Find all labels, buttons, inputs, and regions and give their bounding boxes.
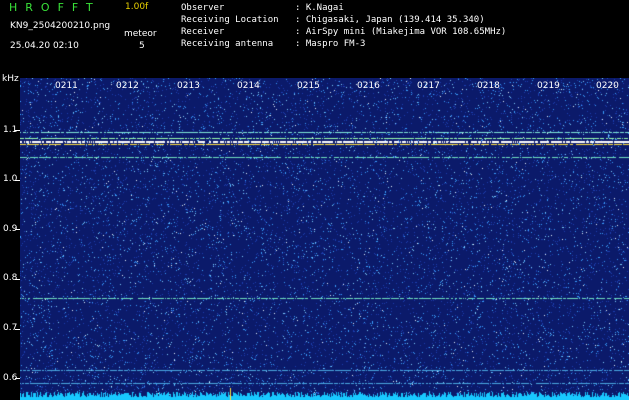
- receiver-label: Receiver: [181, 27, 225, 37]
- location-label: Receiving Location: [181, 15, 279, 25]
- x-tick-0211: 0211: [55, 81, 78, 91]
- timestamp: 25.04.20 02:10: [10, 41, 79, 51]
- mode-label: meteor: [124, 29, 157, 39]
- x-tick-0213: 0213: [177, 81, 200, 91]
- antenna-value: : Maspro FM-3: [295, 39, 366, 49]
- observer-value: : K.Nagai: [295, 3, 344, 13]
- waterfall-canvas: [20, 78, 629, 400]
- x-tick-0212: 0212: [116, 81, 139, 91]
- location-value: : Chigasaki, Japan (139.414 35.340): [295, 15, 485, 25]
- spectrogram-plot: [20, 78, 629, 400]
- detection-count: 5: [139, 41, 145, 51]
- x-tick-0215: 0215: [297, 81, 320, 91]
- x-tick-0216: 0216: [357, 81, 380, 91]
- file-name: KN9_2504200210.png: [10, 21, 111, 31]
- observer-label: Observer: [181, 3, 225, 13]
- x-tick-0220: 0220: [596, 81, 619, 91]
- x-tick-0218: 0218: [477, 81, 500, 91]
- x-tick-0217: 0217: [417, 81, 440, 91]
- receiver-value: : AirSpy mini (Miakejima VOR 108.65MHz): [295, 27, 507, 37]
- x-tick-0214: 0214: [237, 81, 260, 91]
- antenna-label: Receiving antenna: [181, 39, 274, 49]
- app-title: HROFFT: [9, 1, 101, 14]
- version-label: 1.00f: [125, 2, 149, 12]
- x-tick-0219: 0219: [537, 81, 560, 91]
- y-axis-unit: kHz: [2, 74, 19, 84]
